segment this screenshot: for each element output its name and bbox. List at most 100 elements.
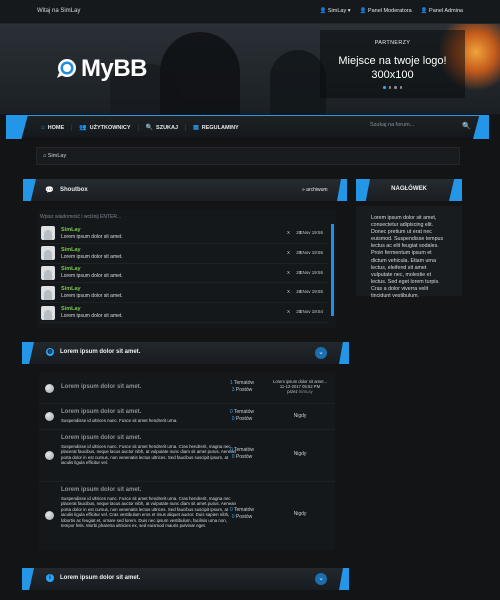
forum-status-icon bbox=[45, 451, 54, 460]
shout-row: SimLay Lorem ipsum dolor sit amet. X X 20… bbox=[39, 264, 329, 284]
top-links: 👤 SimLay ▾ 👤 Panel Moderatora 👤 Panel Ad… bbox=[320, 8, 464, 14]
admin-panel-link[interactable]: 👤 Panel Admina bbox=[421, 8, 463, 14]
nav-item-search[interactable]: 🔍 SZUKAJ bbox=[139, 124, 187, 131]
forum-stats: 1 Tematów 3 Postów bbox=[229, 380, 255, 393]
forum-row: Lorem ipsum dolor sit amet. Suspendisse … bbox=[39, 404, 335, 430]
shout-row: SimLay Lorem ipsum dolor sit amet. X X 20… bbox=[39, 244, 329, 264]
forum-last-post: Nigdy bbox=[293, 511, 307, 517]
category-header: i Lorem ipsum dolor sit amet. ⌄ bbox=[22, 568, 349, 590]
shout-date: 20 Nov 19:55 bbox=[296, 289, 323, 295]
forum-status-icon bbox=[45, 384, 54, 393]
shoutbox-title: Shoutbox bbox=[60, 187, 88, 193]
avatar bbox=[41, 305, 55, 320]
carousel-dot[interactable] bbox=[383, 86, 386, 89]
shout-username[interactable]: SimLay bbox=[61, 306, 123, 312]
user-icon: 👤 bbox=[319, 8, 327, 14]
forum-status-icon bbox=[45, 511, 54, 520]
logo-text: MyBB bbox=[81, 55, 148, 82]
user-icon: 👤 bbox=[420, 8, 428, 14]
shoutbox-list[interactable]: SimLay Lorem ipsum dolor sit amet. X X 20… bbox=[39, 224, 329, 327]
shout-username[interactable]: SimLay bbox=[61, 247, 123, 253]
nav-menu: ⌂ HOME 👥 UŻYTKOWNICY 🔍 SZUKAJ ▤ REGULAMINY bbox=[34, 124, 246, 131]
shout-row: SimLay Lorem ipsum dolor sit amet. X X 20… bbox=[39, 303, 329, 323]
info-icon: i bbox=[46, 574, 54, 582]
search-icon: 🔍 bbox=[145, 125, 154, 131]
shoutbox-archive-link[interactable]: » archiwum bbox=[302, 187, 328, 193]
shout-message: Lorem ipsum dolor sit amet. bbox=[61, 233, 123, 240]
forum-title[interactable]: Lorem ipsum dolor sit amet. bbox=[61, 487, 141, 493]
breadcrumb: ⌂ SimLay bbox=[36, 147, 460, 165]
carousel-dot[interactable] bbox=[388, 86, 391, 89]
shoutbox-scrollbar[interactable] bbox=[331, 224, 334, 316]
forum-description: Suspendisse id ultrices nunc. Fusce sit … bbox=[61, 496, 237, 529]
sidebar-text: Lorem ipsum dolor sit amet, consectetur … bbox=[356, 206, 462, 299]
home-icon: ⌂ bbox=[43, 153, 47, 159]
collapse-icon[interactable]: ⌄ bbox=[315, 573, 327, 585]
shout-message: Lorem ipsum dolor sit amet. bbox=[61, 253, 123, 260]
shout-row: SimLay Lorem ipsum dolor sit amet. X X 20… bbox=[39, 283, 329, 304]
forum-last-post: Lorem ipsum dolor sit amet... 11-12-2017… bbox=[267, 379, 333, 395]
shout-message: Lorem ipsum dolor sit amet. bbox=[61, 313, 123, 320]
nav-item-home[interactable]: ⌂ HOME bbox=[34, 124, 73, 131]
avatar bbox=[41, 265, 55, 280]
globe-icon: ◍ bbox=[46, 348, 54, 356]
forum-row: Lorem ipsum dolor sit amet. Suspendisse … bbox=[39, 430, 335, 482]
sidebar-title: NAGŁÓWEK bbox=[391, 186, 427, 192]
shoutbox-input[interactable]: Wpisz wiadomość i wciśnij ENTER... bbox=[40, 214, 121, 220]
forum-stats: 0 Tematów 0 Postów bbox=[229, 507, 255, 520]
avatar bbox=[41, 246, 55, 261]
users-icon: 👥 bbox=[79, 125, 87, 131]
chat-icon: 💬 bbox=[45, 187, 54, 194]
shout-date: 20 Nov 19:55 bbox=[296, 230, 323, 235]
shout-date: 20 Nov 19:54 bbox=[296, 309, 323, 315]
forum-stats: 0 Tematów 0 Postów bbox=[229, 409, 255, 422]
forum-description: Suspendisse id ultrices nunc. Fusce sit … bbox=[61, 444, 237, 466]
partner-label: PARTNERZY bbox=[374, 40, 411, 46]
forum-title[interactable]: Lorem ipsum dolor sit amet. bbox=[61, 435, 141, 441]
carousel-dots bbox=[320, 86, 465, 89]
forum-title[interactable]: Lorem ipsum dolor sit amet. bbox=[61, 409, 141, 415]
rules-icon: ▤ bbox=[193, 125, 199, 131]
shout-date: 20 Nov 19:55 bbox=[296, 269, 323, 275]
nav-item-users[interactable]: 👥 UŻYTKOWNICY bbox=[72, 124, 139, 131]
mybb-logo-icon bbox=[57, 59, 76, 78]
carousel-dot[interactable] bbox=[399, 86, 402, 89]
nav-item-rules[interactable]: ▤ REGULAMINY bbox=[186, 124, 246, 132]
forum-row: Lorem ipsum dolor sit amet. Suspendisse … bbox=[39, 482, 335, 550]
avatar bbox=[41, 226, 55, 241]
shout-username[interactable]: SimLay bbox=[61, 286, 123, 292]
site-logo[interactable]: MyBB bbox=[56, 55, 148, 83]
collapse-icon[interactable]: ⌄ bbox=[315, 347, 327, 359]
avatar bbox=[41, 285, 55, 300]
partner-title: Miejsce na twoje logo! 300x100 bbox=[338, 55, 447, 81]
forum-last-post: Nigdy bbox=[293, 413, 307, 419]
forum-row: Lorem ipsum dolor sit amet. 1 Tematów 3 … bbox=[39, 372, 335, 404]
forum-title[interactable]: Lorem ipsum dolor sit amet. bbox=[61, 384, 141, 390]
moderator-panel-link[interactable]: 👤 Panel Moderatora bbox=[360, 8, 412, 14]
forum-list: Lorem ipsum dolor sit amet. 1 Tematów 3 … bbox=[39, 372, 335, 550]
user-menu-link[interactable]: 👤 SimLay ▾ bbox=[320, 8, 351, 14]
shout-username[interactable]: SimLay bbox=[61, 227, 123, 233]
shout-message: Lorem ipsum dolor sit amet. bbox=[61, 293, 123, 300]
shout-username[interactable]: SimLay bbox=[61, 266, 123, 272]
carousel-dot[interactable] bbox=[394, 86, 397, 89]
partner-banner[interactable]: PARTNERZY Miejsce na twoje logo! 300x100 bbox=[320, 30, 465, 98]
welcome-text: Witaj na SimLay bbox=[37, 8, 81, 14]
category-title[interactable]: Lorem ipsum dolor sit amet. bbox=[60, 349, 140, 355]
forum-last-post: Nigdy bbox=[293, 451, 307, 457]
forum-stats: 0 Tematów 0 Postów bbox=[229, 447, 255, 460]
forum-description: Suspendisse id ultrices nunc. Fusce sit … bbox=[61, 418, 178, 423]
user-icon: 👤 bbox=[359, 8, 367, 14]
banner-figure bbox=[270, 50, 326, 114]
breadcrumb-link[interactable]: SimLay bbox=[48, 153, 66, 159]
shout-row: SimLay Lorem ipsum dolor sit amet. X X 20… bbox=[39, 224, 329, 244]
category-header: ◍ Lorem ipsum dolor sit amet. ⌄ bbox=[22, 342, 349, 364]
search-icon[interactable]: 🔍 bbox=[462, 122, 471, 130]
shout-message: Lorem ipsum dolor sit amet. bbox=[61, 273, 123, 280]
search-input[interactable]: Szukaj na forum... bbox=[370, 122, 460, 132]
last-post-user[interactable]: SimLay bbox=[299, 389, 313, 394]
banner-figure bbox=[160, 32, 240, 114]
home-icon: ⌂ bbox=[41, 124, 45, 131]
shout-date: 20 Nov 19:55 bbox=[296, 249, 323, 255]
category-title[interactable]: Lorem ipsum dolor sit amet. bbox=[60, 575, 140, 581]
